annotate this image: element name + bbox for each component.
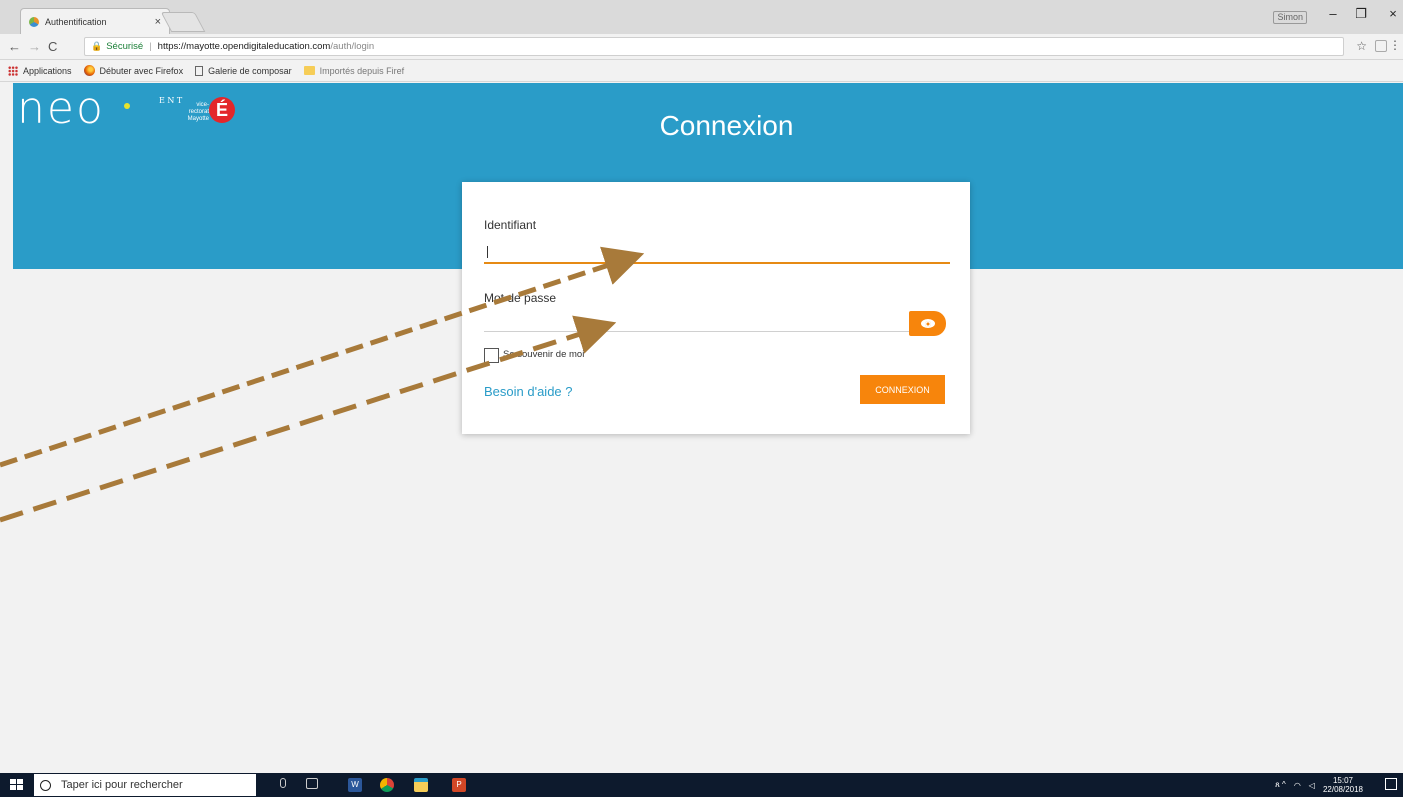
secure-label: Sécurisé <box>106 41 144 52</box>
windows-start-icon[interactable] <box>10 779 23 791</box>
login-card: Identifiant Mot de passe Se souvenir de … <box>462 182 970 434</box>
extension-icon[interactable] <box>1375 40 1387 52</box>
password-input[interactable] <box>484 310 909 332</box>
favicon-icon <box>29 16 39 27</box>
bookmark-applications[interactable]: Applications <box>8 65 72 76</box>
close-window-icon[interactable]: × <box>1385 6 1401 21</box>
clock[interactable]: 15:07 22/08/2018 <box>1323 776 1363 794</box>
chrome-icon[interactable] <box>380 778 394 792</box>
clock-date: 22/08/2018 <box>1322 785 1363 794</box>
connexion-button[interactable]: CONNEXION <box>860 375 945 404</box>
address-bar: ← → C 🔒 Sécurisé | https://mayotte.opend… <box>0 34 1403 60</box>
url-field[interactable]: 🔒 Sécurisé | https://mayotte.opendigital… <box>84 37 1344 56</box>
file-explorer-icon[interactable] <box>414 778 428 792</box>
remember-me-checkbox[interactable] <box>484 348 499 363</box>
browser-tab-bar: Authentification × Simon – ❐ × <box>0 0 1403 34</box>
page-content: neo E N T vice-rectorat Mayotte É Connex… <box>13 83 1403 774</box>
back-icon[interactable]: ← <box>8 39 21 54</box>
cortana-icon <box>40 779 51 791</box>
word-icon[interactable]: W <box>348 778 362 792</box>
identifiant-label: Identifiant <box>484 218 537 232</box>
bookmark-imported[interactable]: Importés depuis Firef <box>303 66 404 76</box>
apps-grid-icon <box>8 65 18 76</box>
help-link[interactable]: Besoin d'aide ? <box>484 384 573 399</box>
task-view-icon[interactable] <box>306 778 318 789</box>
password-label: Mot de passe <box>484 291 557 305</box>
system-tray: ጸ ^ ◠ ◁ 15:07 22/08/2018 <box>1275 776 1363 794</box>
firefox-icon <box>83 65 95 76</box>
url-host: https://mayotte.opendigitaleducation.com <box>157 41 331 52</box>
taskbar-search-placeholder: Taper ici pour rechercher <box>61 779 183 791</box>
folder-icon <box>303 66 315 75</box>
page-title: Connexion <box>659 110 794 141</box>
taskbar-search[interactable]: Taper ici pour rechercher <box>34 774 256 796</box>
tab-close-icon[interactable]: × <box>155 16 161 28</box>
powerpoint-icon[interactable]: P <box>452 778 466 792</box>
bookmark-galerie[interactable]: Galerie de composar <box>195 65 292 76</box>
browser-tab[interactable]: Authentification × <box>20 8 170 34</box>
url-separator: | <box>149 41 152 52</box>
logo-ent: E N T <box>159 96 183 105</box>
bookmark-star-icon[interactable]: ☆ <box>1356 39 1367 53</box>
minimize-icon[interactable]: – <box>1325 6 1341 21</box>
bookmarks-bar: Applications Débuter avec Firefox Galeri… <box>0 60 1403 82</box>
reload-icon[interactable]: C <box>48 39 57 54</box>
bookmark-firefox[interactable]: Débuter avec Firefox <box>83 65 183 76</box>
remember-me-label[interactable]: Se souvenir de moi <box>503 349 584 360</box>
tray-icons[interactable]: ጸ ^ <box>1275 780 1286 790</box>
forward-icon[interactable]: → <box>28 39 41 54</box>
text-caret <box>487 246 488 258</box>
page-icon <box>195 65 204 76</box>
url-path: /auth/login <box>330 41 375 52</box>
window-user-badge[interactable]: Simon <box>1273 11 1307 24</box>
restore-icon[interactable]: ❐ <box>1353 6 1369 22</box>
microphone-icon[interactable] <box>280 778 286 788</box>
eye-icon <box>920 319 935 328</box>
volume-icon[interactable]: ◁ <box>1309 781 1315 790</box>
browser-menu-icon[interactable]: ⋮ <box>1389 38 1401 52</box>
lock-icon: 🔒 <box>91 41 103 51</box>
show-password-button[interactable] <box>909 311 946 336</box>
taskbar: Taper ici pour rechercher W P ጸ ^ ◠ ◁ 15… <box>0 773 1403 797</box>
identifiant-input[interactable] <box>484 242 950 264</box>
clock-time: 15:07 <box>1332 776 1353 785</box>
notification-center-icon[interactable] <box>1385 778 1397 790</box>
tab-title: Authentification <box>45 16 107 27</box>
wifi-icon[interactable]: ◠ <box>1294 781 1301 790</box>
logo-dot <box>124 103 130 109</box>
